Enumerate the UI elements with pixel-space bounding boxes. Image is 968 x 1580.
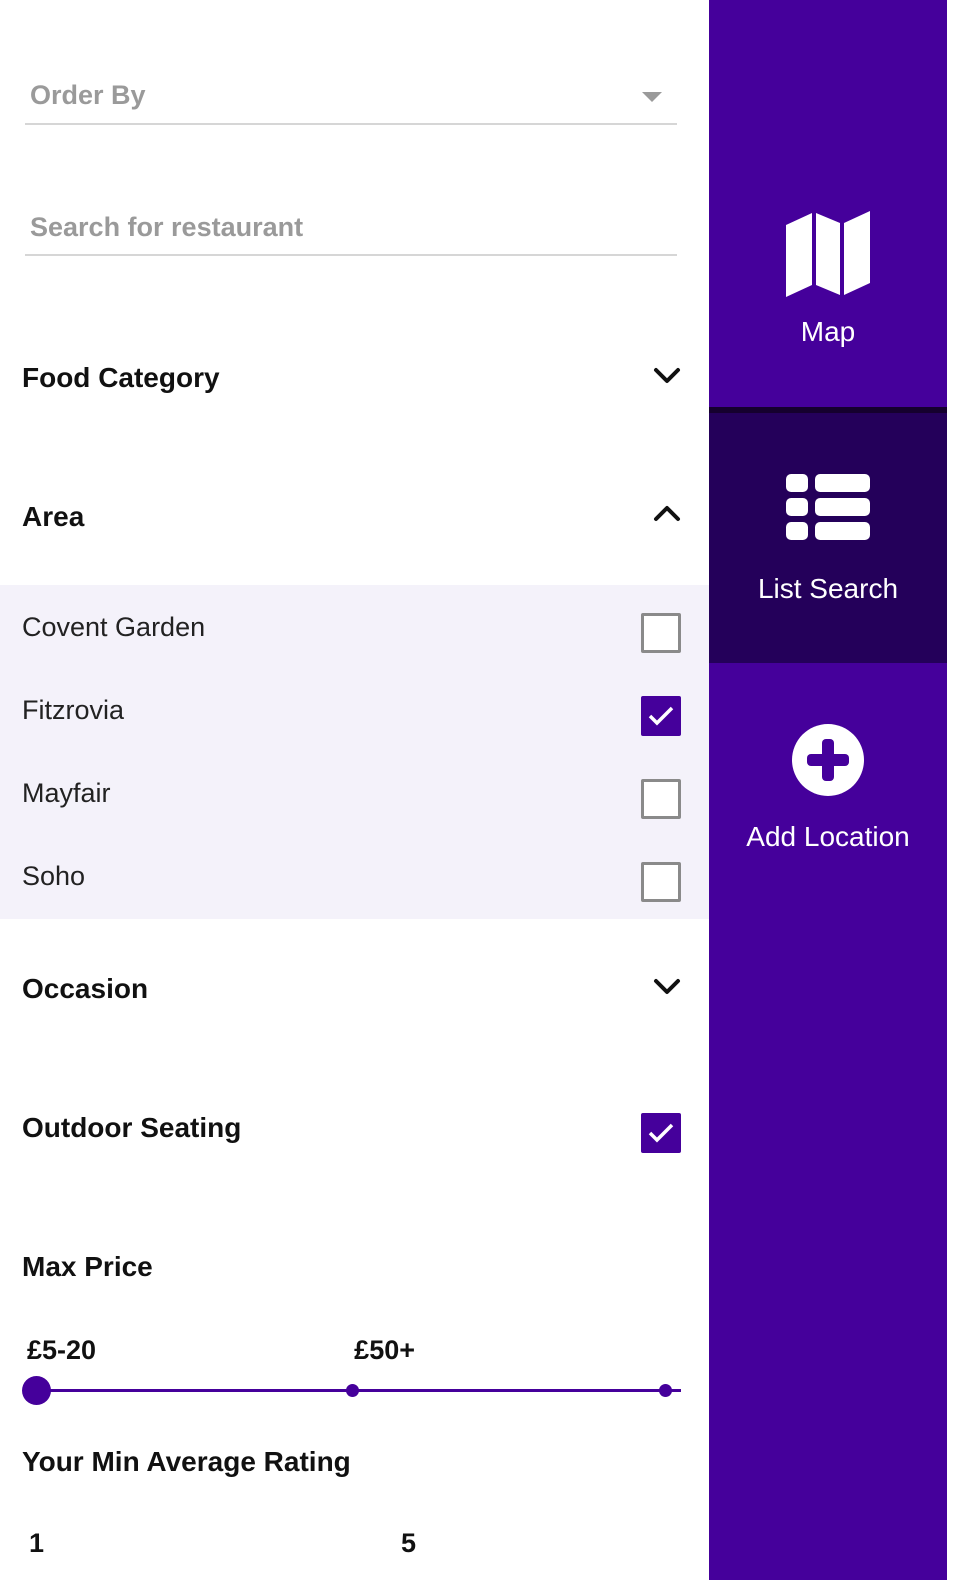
area-option-label: Fitzrovia (22, 695, 125, 725)
nav-list-search-label: List Search (757, 573, 899, 604)
max-price-title: Max Price (22, 1251, 153, 1282)
covent-garden-checkbox[interactable] (641, 613, 681, 653)
chevron-down-icon (654, 368, 680, 383)
mayfair-checkbox[interactable] (641, 779, 681, 819)
nav-add-location[interactable]: Add Location (709, 663, 947, 913)
slider-step-max (658, 1384, 672, 1397)
area-option-label: Mayfair (22, 778, 111, 808)
area-option-label: Covent Garden (22, 612, 206, 642)
restaurant-search-input[interactable]: Search for restaurant (25, 200, 677, 256)
plus-circle-icon (792, 724, 864, 796)
nav-map-label: Map (800, 316, 856, 347)
order-by-placeholder: Order By (30, 80, 146, 110)
food-category-title: Food Category (22, 362, 220, 393)
area-option-soho[interactable]: Soho (0, 834, 709, 917)
outdoor-seating-checkbox[interactable] (641, 1113, 681, 1153)
filter-panel: Order By Search for restaurant Food Cate… (0, 0, 709, 1580)
price-max-label: £50+ (354, 1335, 415, 1365)
order-by-select[interactable]: Order By (25, 70, 677, 125)
occasion-header[interactable]: Occasion (0, 959, 709, 1019)
chevron-down-icon (654, 979, 680, 994)
fitzrovia-checkbox[interactable] (641, 696, 681, 736)
nav-list-search[interactable]: List Search (709, 413, 947, 663)
area-option-mayfair[interactable]: Mayfair (0, 751, 709, 834)
nav-map[interactable]: Map (709, 0, 947, 408)
min-rating-title: Your Min Average Rating (22, 1446, 351, 1477)
search-placeholder: Search for restaurant (30, 212, 304, 242)
slider-thumb[interactable] (22, 1376, 51, 1405)
side-navigation: Map List Search Add Location (709, 0, 947, 1580)
rating-min-label: 1 (29, 1528, 45, 1558)
area-option-label: Soho (22, 861, 86, 891)
occasion-title: Occasion (22, 973, 149, 1004)
edge-gutter (947, 0, 968, 1580)
checkmark-icon (648, 1123, 674, 1143)
min-rating-header: Your Min Average Rating (0, 1432, 709, 1492)
area-option-fitzrovia[interactable]: Fitzrovia (0, 668, 709, 751)
outdoor-seating-title: Outdoor Seating (22, 1112, 242, 1143)
price-min-label: £5-20 (27, 1335, 97, 1365)
chevron-up-icon (654, 506, 680, 521)
soho-checkbox[interactable] (641, 862, 681, 902)
max-price-header: Max Price (0, 1237, 709, 1297)
food-category-header[interactable]: Food Category (0, 348, 709, 408)
checkmark-icon (648, 706, 674, 726)
area-options-list: Covent Garden Fitzrovia Mayfair Soho (0, 585, 709, 919)
outdoor-seating-row[interactable]: Outdoor Seating (0, 1098, 709, 1158)
max-price-slider[interactable] (22, 1376, 681, 1405)
nav-add-location-label: Add Location (746, 821, 910, 852)
slider-step-mid (346, 1384, 360, 1397)
list-icon (786, 474, 870, 540)
map-icon (786, 211, 870, 297)
area-option-covent-garden[interactable]: Covent Garden (0, 585, 709, 668)
rating-max-label: 5 (400, 1528, 416, 1558)
area-title: Area (22, 501, 85, 532)
area-header[interactable]: Area (0, 487, 709, 547)
dropdown-caret-icon (642, 92, 662, 102)
